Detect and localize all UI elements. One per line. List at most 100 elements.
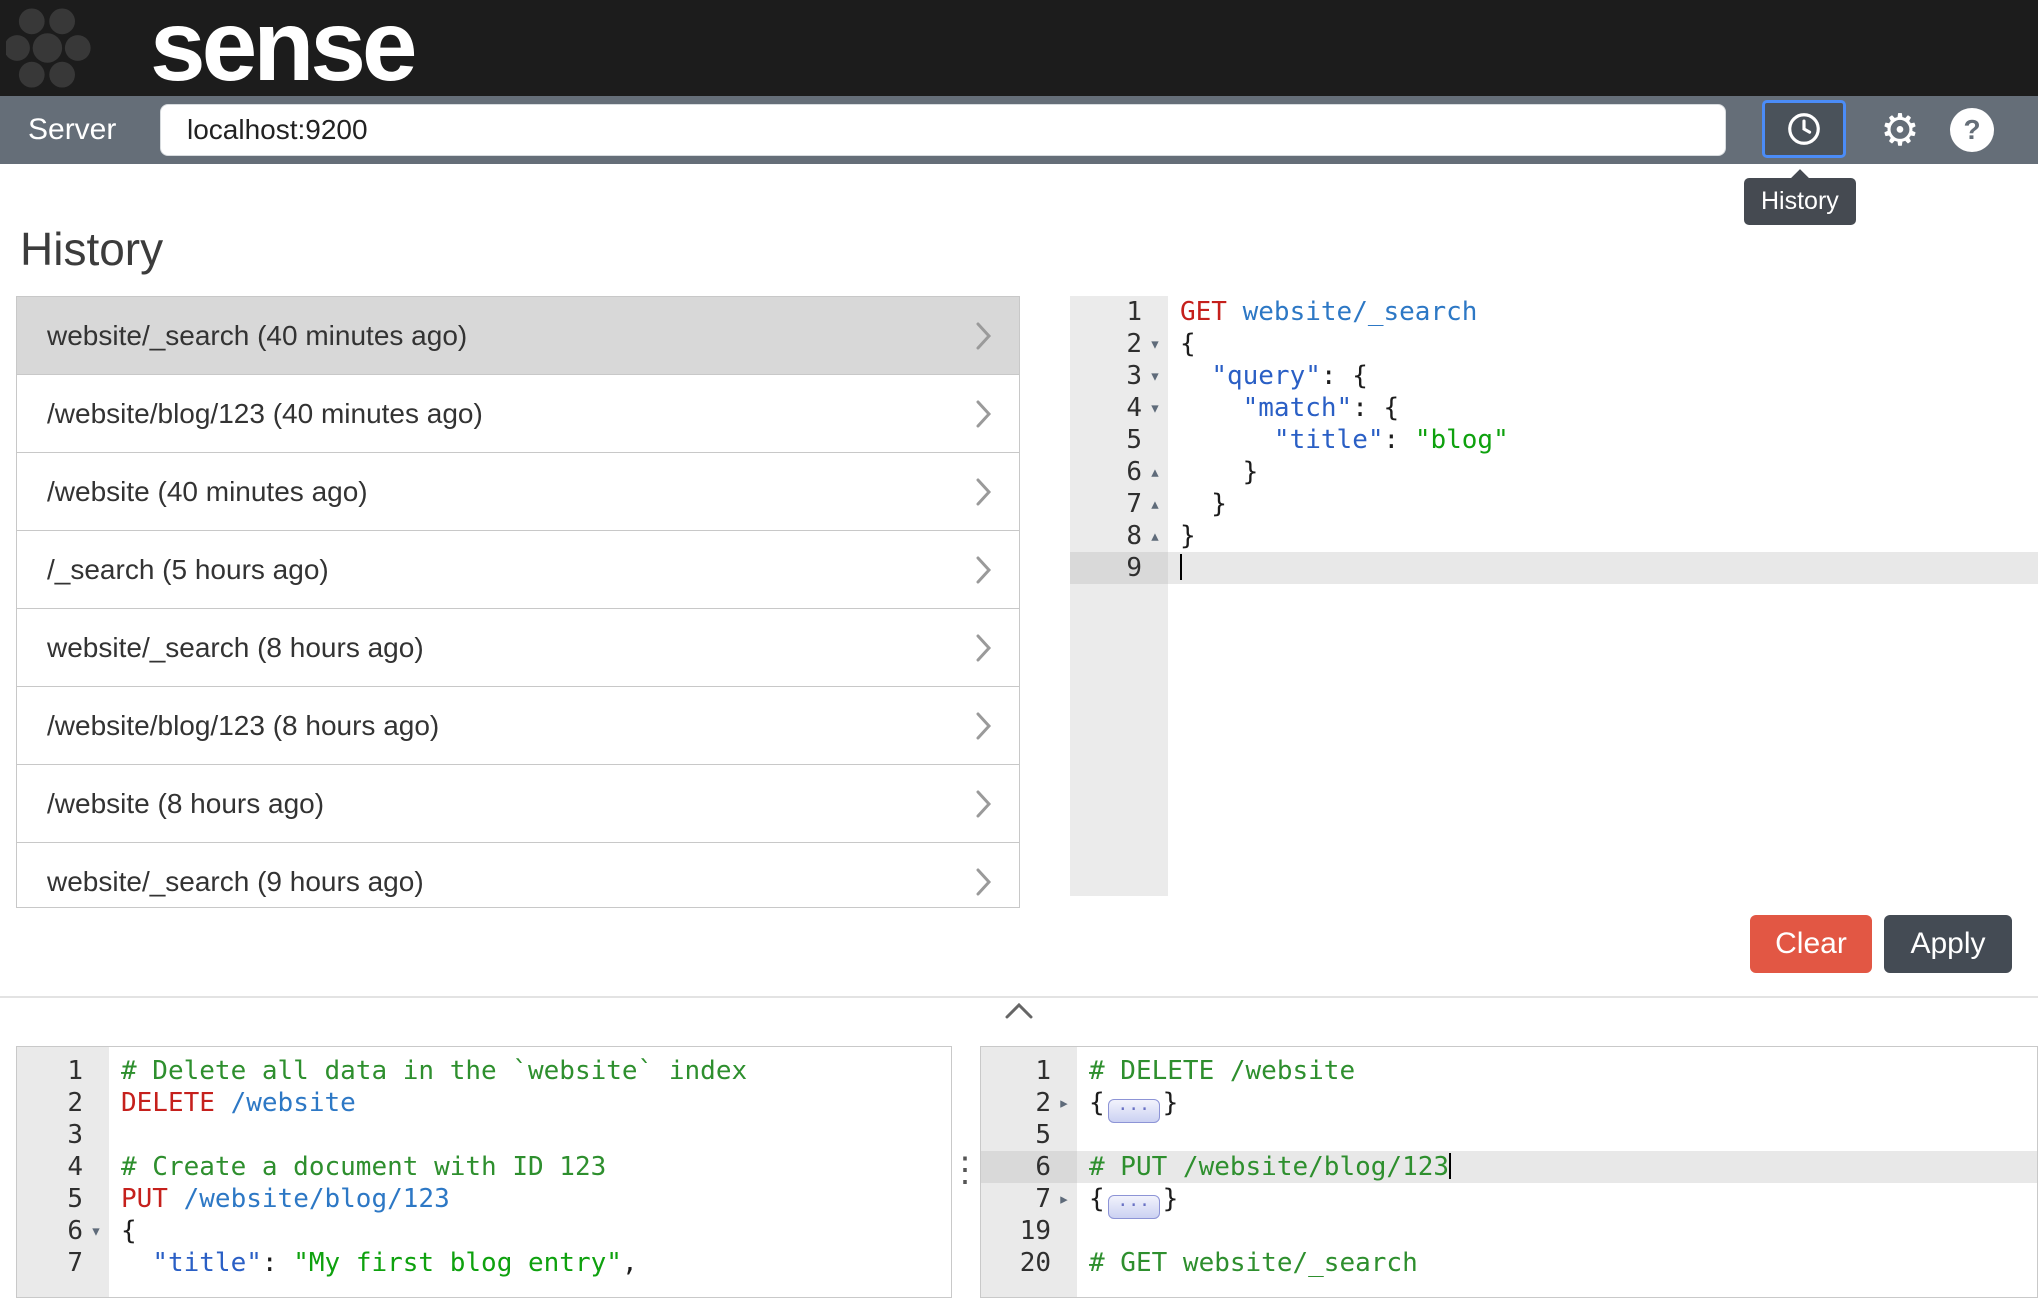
gutter-cell: 2 <box>17 1087 109 1119</box>
line-number: 2 <box>1035 1087 1051 1119</box>
fold-spacer <box>83 1119 109 1151</box>
fold-end-icon[interactable]: ▴ <box>1142 520 1168 552</box>
gutter-cell: 1 <box>981 1055 1077 1087</box>
editor-line[interactable]: 6# PUT /website/blog/123 <box>981 1151 2037 1183</box>
collapse-chevron-up-icon[interactable] <box>1003 1000 1035 1022</box>
fold-spacer <box>1142 552 1168 584</box>
line-number: 4 <box>1126 392 1142 424</box>
editor-line[interactable]: 7▸{···} <box>981 1183 2037 1215</box>
chevron-right-icon <box>975 789 993 824</box>
editor-line[interactable]: 1 # Delete all data in the `website` inde… <box>17 1055 951 1087</box>
history-item-label: /_search (5 hours ago) <box>47 554 329 586</box>
line-number: 5 <box>67 1183 83 1215</box>
history-item[interactable]: /website/blog/123 (8 hours ago) <box>17 687 1019 765</box>
help-icon[interactable]: ? <box>1950 108 1994 152</box>
code-token: { <box>121 1216 137 1246</box>
gutter-cell: 1 <box>17 1055 109 1087</box>
history-heading: History <box>20 222 163 276</box>
editor-line[interactable]: 6▾ { <box>17 1215 951 1247</box>
history-button[interactable] <box>1762 100 1846 158</box>
fold-end-icon[interactable]: ▴ <box>1142 456 1168 488</box>
clear-history-button[interactable]: Clear <box>1750 915 1872 973</box>
code-token: "title" <box>152 1248 262 1278</box>
code-line: # PUT /website/blog/123 <box>1077 1151 2037 1183</box>
apply-history-button[interactable]: Apply <box>1884 915 2012 973</box>
editor-line[interactable]: 7 "title": "My first blog entry", <box>17 1247 951 1279</box>
code-token: "My first blog entry" <box>293 1248 622 1278</box>
history-item[interactable]: /_search (5 hours ago) <box>17 531 1019 609</box>
editor-line[interactable]: 8▴} <box>1070 520 2038 552</box>
history-item[interactable]: /website/blog/123 (40 minutes ago) <box>17 375 1019 453</box>
gutter-cell: 5 <box>1070 424 1168 456</box>
history-item[interactable]: website/_search (9 hours ago) <box>17 843 1019 908</box>
editor-line[interactable]: 1# DELETE /website <box>981 1055 2037 1087</box>
line-number: 2 <box>67 1087 83 1119</box>
editor-line[interactable]: 20# GET website/_search <box>981 1247 2037 1279</box>
editor-line[interactable]: 9 <box>1070 552 2038 584</box>
code-line: GET website/_search <box>1168 296 2038 328</box>
editor-line[interactable]: 7▴ } <box>1070 488 2038 520</box>
editor-line[interactable]: 19 <box>981 1215 2037 1247</box>
code-line: { <box>1168 328 2038 360</box>
code-token: : <box>1384 425 1415 455</box>
server-input[interactable] <box>160 104 1726 156</box>
panel-splitter-handle[interactable]: ⋮ <box>948 1046 980 1298</box>
panel-divider <box>0 996 2038 998</box>
editor-line[interactable]: 3 <box>17 1119 951 1151</box>
editor-line[interactable]: 5 "title": "blog" <box>1070 424 2038 456</box>
text-cursor <box>1449 1153 1451 1179</box>
fold-open-icon[interactable]: ▾ <box>83 1215 109 1247</box>
gutter-cell: 7▸ <box>981 1183 1077 1215</box>
code-line: } <box>1168 488 2038 520</box>
fold-closed-icon[interactable]: ▸ <box>1051 1183 1077 1215</box>
gutter-cell: 2▸ <box>981 1087 1077 1119</box>
output-editor: 1# DELETE /website2▸{···}56# PUT /websit… <box>980 1046 2038 1298</box>
gutter-cell: 6▴ <box>1070 456 1168 488</box>
editor-line[interactable]: 2▾{ <box>1070 328 2038 360</box>
line-number: 6 <box>1126 456 1142 488</box>
line-number: 5 <box>1126 424 1142 456</box>
chevron-right-icon <box>975 321 993 356</box>
gutter-cell: 1 <box>1070 296 1168 328</box>
history-item-label: website/_search (40 minutes ago) <box>47 320 467 352</box>
fold-open-icon[interactable]: ▾ <box>1142 360 1168 392</box>
code-token: "match" <box>1243 393 1353 423</box>
history-item[interactable]: website/_search (40 minutes ago) <box>17 297 1019 375</box>
line-number: 6 <box>67 1215 83 1247</box>
settings-gear-icon[interactable]: ⚙ <box>1872 96 1928 164</box>
fold-open-icon[interactable]: ▾ <box>1142 328 1168 360</box>
code-line: {···} <box>1077 1087 2037 1119</box>
code-token: { <box>1089 1088 1105 1118</box>
request-editor: 1 # Delete all data in the `website` inde… <box>16 1046 952 1298</box>
code-line: "match": { <box>1168 392 2038 424</box>
code-token: website/_search <box>1243 297 1478 327</box>
fold-closed-icon[interactable]: ▸ <box>1051 1087 1077 1119</box>
line-number: 3 <box>67 1119 83 1151</box>
code-token: # Delete all data in the `website` index <box>121 1056 747 1086</box>
code-token: GET <box>1180 297 1243 327</box>
editor-line[interactable]: 3▾ "query": { <box>1070 360 2038 392</box>
fold-end-icon[interactable]: ▴ <box>1142 488 1168 520</box>
fold-spacer <box>1051 1215 1077 1247</box>
gutter-cell: 2▾ <box>1070 328 1168 360</box>
history-item[interactable]: website/_search (8 hours ago) <box>17 609 1019 687</box>
editor-line[interactable]: 1GET website/_search <box>1070 296 2038 328</box>
editor-line[interactable]: 2DELETE /website <box>17 1087 951 1119</box>
editor-line[interactable]: 4▾ "match": { <box>1070 392 2038 424</box>
line-number: 7 <box>67 1247 83 1279</box>
editor-line[interactable]: 2▸{···} <box>981 1087 2037 1119</box>
editor-line[interactable]: 4# Create a document with ID 123 <box>17 1151 951 1183</box>
app: sense Server ⚙ ? History History website… <box>0 0 2038 1298</box>
code-line: } <box>1168 456 2038 488</box>
gutter-cell: 20 <box>981 1247 1077 1279</box>
history-item-label: /website/blog/123 (40 minutes ago) <box>47 398 483 430</box>
editor-line[interactable]: 6▴ } <box>1070 456 2038 488</box>
fold-open-icon[interactable]: ▾ <box>1142 392 1168 424</box>
editor-line[interactable]: 5 <box>981 1119 2037 1151</box>
code-token: } <box>1180 489 1227 519</box>
history-item[interactable]: /website (40 minutes ago) <box>17 453 1019 531</box>
code-token: : { <box>1321 361 1368 391</box>
history-item[interactable]: /website (8 hours ago) <box>17 765 1019 843</box>
editor-line[interactable]: 5PUT /website/blog/123 <box>17 1183 951 1215</box>
code-token <box>1180 425 1274 455</box>
